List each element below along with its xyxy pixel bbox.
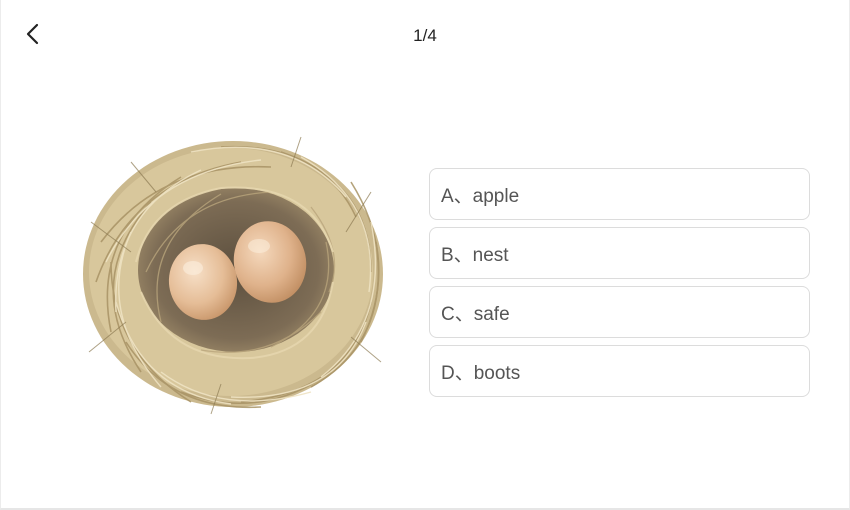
- question-progress: 1/4: [413, 26, 437, 45]
- option-d[interactable]: D、boots: [429, 345, 810, 397]
- quiz-screen: 1/4 A、apple B、nest C、safe D、boots: [0, 0, 850, 510]
- option-c[interactable]: C、safe: [429, 286, 810, 338]
- answer-options: A、apple B、nest C、safe D、boots: [429, 168, 810, 404]
- option-a[interactable]: A、apple: [429, 168, 810, 220]
- nest-illustration: [83, 136, 383, 415]
- option-b[interactable]: B、nest: [429, 227, 810, 279]
- question-image: [71, 122, 401, 422]
